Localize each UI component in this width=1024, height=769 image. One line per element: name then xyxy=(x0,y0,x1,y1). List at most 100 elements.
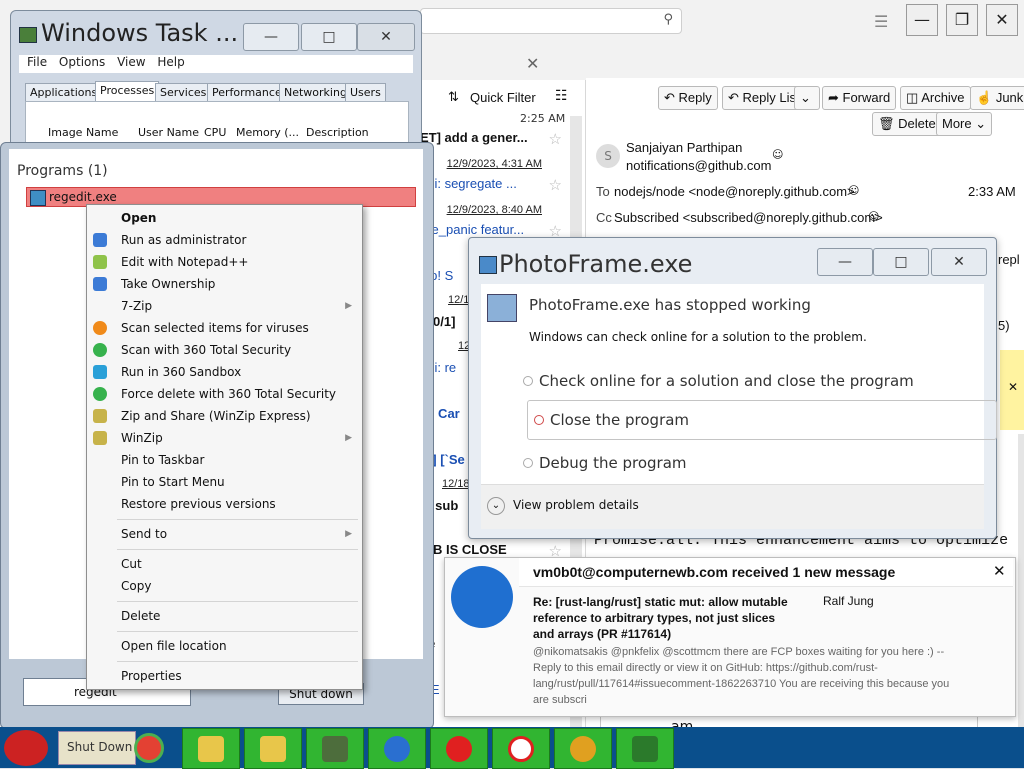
menu-item-zip-share[interactable]: Zip and Share (WinZip Express) xyxy=(121,409,311,423)
chrome-icon[interactable] xyxy=(134,733,164,763)
close-icon[interactable]: ✕ xyxy=(1008,380,1018,394)
taskbar-app-button[interactable] xyxy=(554,728,612,769)
filter-icon[interactable]: ⇅ xyxy=(448,90,459,105)
column-user-name[interactable]: User Name xyxy=(138,126,199,139)
menu-item-run-as-admin[interactable]: Run as administrator xyxy=(121,233,246,247)
taskbar-app-button[interactable] xyxy=(430,728,488,769)
close-button[interactable]: ✕ xyxy=(986,4,1018,36)
taskbar-app-button[interactable] xyxy=(182,728,240,769)
menu-item-winzip[interactable]: WinZip xyxy=(121,431,163,445)
submenu-arrow-icon: ▶ xyxy=(345,433,352,443)
notification-header: vm0b0t@computernewb.com received 1 new m… xyxy=(519,558,1013,587)
regedit-icon xyxy=(30,190,46,206)
avatar: S xyxy=(596,144,620,168)
menu-options[interactable]: Options xyxy=(59,55,105,69)
menu-item-run-sandbox[interactable]: Run in 360 Sandbox xyxy=(121,365,241,379)
menu-item-scan-viruses[interactable]: Scan selected items for viruses xyxy=(121,321,309,335)
notification-subject[interactable]: Re: [rust-lang/rust] static mut: allow m… xyxy=(533,594,793,642)
menu-item-delete[interactable]: Delete xyxy=(121,609,160,623)
minimize-button[interactable]: — xyxy=(906,4,938,36)
menu-item-copy[interactable]: Copy xyxy=(121,579,151,593)
columns-icon[interactable]: ☷ xyxy=(555,88,568,104)
menu-item-notepadpp[interactable]: Edit with Notepad++ xyxy=(121,255,248,269)
option-check-online[interactable]: Check online for a solution and close th… xyxy=(523,362,989,400)
folder-icon[interactable]: Shut Down xyxy=(58,731,136,765)
tab-performance[interactable]: Performance xyxy=(207,83,287,103)
delete-button[interactable]: 🗑 Delete xyxy=(872,112,942,136)
reply-all-icon: ↶ xyxy=(728,90,743,105)
menu-item-restore-versions[interactable]: Restore previous versions xyxy=(121,497,276,511)
menu-item-open[interactable]: Open xyxy=(121,211,156,225)
notification-title: vm0b0t@computernewb.com received 1 new m… xyxy=(533,564,896,580)
menu-item-open-location[interactable]: Open file location xyxy=(121,639,227,653)
thread-time: 2:25 AM xyxy=(520,112,566,125)
star-icon[interactable]: ☆ xyxy=(549,176,562,194)
scrollbar[interactable] xyxy=(1018,434,1024,734)
menu-view[interactable]: View xyxy=(117,55,145,69)
taskbar-app-button[interactable] xyxy=(306,728,364,769)
tab-networking[interactable]: Networking xyxy=(279,83,352,103)
tab-close-icon[interactable]: ✕ xyxy=(526,54,539,73)
taskbar-app-button[interactable] xyxy=(244,728,302,769)
contact-icon[interactable]: ☺ xyxy=(772,148,783,161)
restore-button[interactable]: ❐ xyxy=(946,4,978,36)
taskbar-app-button[interactable] xyxy=(492,728,550,769)
close-icon[interactable]: ✕ xyxy=(993,562,1006,580)
reply-button[interactable]: ↶ Reply xyxy=(658,86,718,110)
search-icon: ⚲ xyxy=(663,12,673,27)
new-mail-notification[interactable]: vm0b0t@computernewb.com received 1 new m… xyxy=(444,557,1016,717)
quick-filter-button[interactable]: Quick Filter xyxy=(470,90,536,105)
option-close-program[interactable]: Close the program xyxy=(527,400,997,440)
menu-item-pin-taskbar[interactable]: Pin to Taskbar xyxy=(121,453,204,467)
menu-item-properties[interactable]: Properties xyxy=(121,669,182,683)
close-button[interactable]: ✕ xyxy=(931,248,987,276)
tab-applications[interactable]: Applications xyxy=(25,83,103,103)
column-cpu[interactable]: CPU xyxy=(204,126,226,139)
taskbar-app-button[interactable] xyxy=(616,728,674,769)
tab-processes[interactable]: Processes xyxy=(95,81,160,103)
menu-item-force-delete[interactable]: Force delete with 360 Total Security xyxy=(121,387,336,401)
more-button[interactable]: More ⌄ xyxy=(936,112,993,136)
archive-button[interactable]: ◫ Archive xyxy=(900,86,971,110)
column-memory[interactable]: Memory (... xyxy=(236,126,299,139)
menu-help[interactable]: Help xyxy=(157,55,184,69)
menu-item-pin-start[interactable]: Pin to Start Menu xyxy=(121,475,225,489)
column-description[interactable]: Description xyxy=(306,126,369,139)
sender-email[interactable]: notifications@github.com xyxy=(626,158,771,173)
forward-button[interactable]: ➦ Forward xyxy=(822,86,897,110)
santa-icon[interactable] xyxy=(4,730,48,766)
maximize-button[interactable]: □ xyxy=(873,248,929,276)
cc-value[interactable]: Subscribed <subscribed@noreply.github.co… xyxy=(614,210,883,225)
junk-button[interactable]: ☝ Junk xyxy=(970,86,1024,110)
menu-file[interactable]: File xyxy=(27,55,47,69)
context-menu: Open Run as administrator Edit with Note… xyxy=(86,204,363,690)
taskbar-app-button[interactable] xyxy=(368,728,426,769)
search-input[interactable]: ⚲ xyxy=(420,8,682,34)
view-details-link[interactable]: View problem details xyxy=(513,498,639,512)
chevron-down-icon[interactable]: ⌄ xyxy=(487,497,505,515)
menu-item-cut[interactable]: Cut xyxy=(121,557,142,571)
contact-icon[interactable]: ☺ xyxy=(868,210,879,223)
submenu-arrow-icon: ▶ xyxy=(345,301,352,311)
sender-name[interactable]: Sanjaiyan Parthipan xyxy=(626,140,742,155)
star-icon[interactable]: ☆ xyxy=(549,130,562,148)
task-manager-icon xyxy=(19,27,37,43)
close-button[interactable]: ✕ xyxy=(357,23,415,51)
menu-item-scan-360[interactable]: Scan with 360 Total Security xyxy=(121,343,291,357)
reply-dropdown-button[interactable]: ⌄ xyxy=(794,86,820,110)
tab-services[interactable]: Services xyxy=(155,83,212,103)
to-value[interactable]: nodejs/node <node@noreply.github.com> xyxy=(614,184,855,199)
tree-icon xyxy=(632,736,658,762)
minimize-button[interactable]: — xyxy=(243,23,299,51)
option-debug-program[interactable]: Debug the program xyxy=(523,444,989,482)
menu-item-7zip[interactable]: 7-Zip xyxy=(121,299,152,313)
menu-icon[interactable]: ☰ xyxy=(874,12,888,31)
menu-item-take-ownership[interactable]: Take Ownership xyxy=(121,277,215,291)
minimize-button[interactable]: — xyxy=(817,248,873,276)
tab-users[interactable]: Users xyxy=(345,83,386,103)
contact-icon[interactable]: ☺ xyxy=(848,184,859,197)
column-image-name[interactable]: Image Name xyxy=(48,126,118,139)
menu-item-send-to[interactable]: Send to xyxy=(121,527,167,541)
maximize-button[interactable]: □ xyxy=(301,23,357,51)
antivirus-icon xyxy=(93,321,107,335)
